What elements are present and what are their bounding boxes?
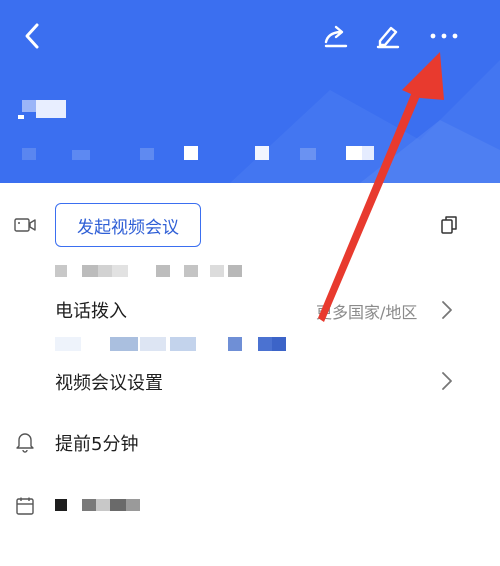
meeting-header <box>0 0 500 183</box>
chevron-left-icon <box>25 23 39 49</box>
pencil-icon <box>376 26 400 49</box>
edit-button[interactable] <box>370 18 406 54</box>
bell-icon <box>16 433 34 453</box>
more-regions-link[interactable]: 更多国家/地区 <box>316 299 417 323</box>
meeting-detail-panel: 发起视频会议 电话拨入 更多国家/地区 视频会议设置 提前5分钟 <box>0 183 500 566</box>
share-icon <box>324 25 348 48</box>
copy-icon[interactable] <box>440 215 458 235</box>
more-dots-icon <box>430 33 458 39</box>
video-camera-icon <box>14 218 36 232</box>
chevron-right-icon[interactable] <box>441 371 453 391</box>
back-button[interactable] <box>14 18 50 54</box>
chevron-right-icon[interactable] <box>441 300 453 320</box>
more-button[interactable] <box>424 20 464 52</box>
share-button[interactable] <box>318 18 354 54</box>
reminder-label[interactable]: 提前5分钟 <box>55 430 138 456</box>
video-meeting-settings-label[interactable]: 视频会议设置 <box>55 369 163 395</box>
dial-in-label[interactable]: 电话拨入 <box>55 297 127 323</box>
start-video-meeting-button[interactable]: 发起视频会议 <box>55 203 201 247</box>
calendar-icon <box>16 497 34 515</box>
